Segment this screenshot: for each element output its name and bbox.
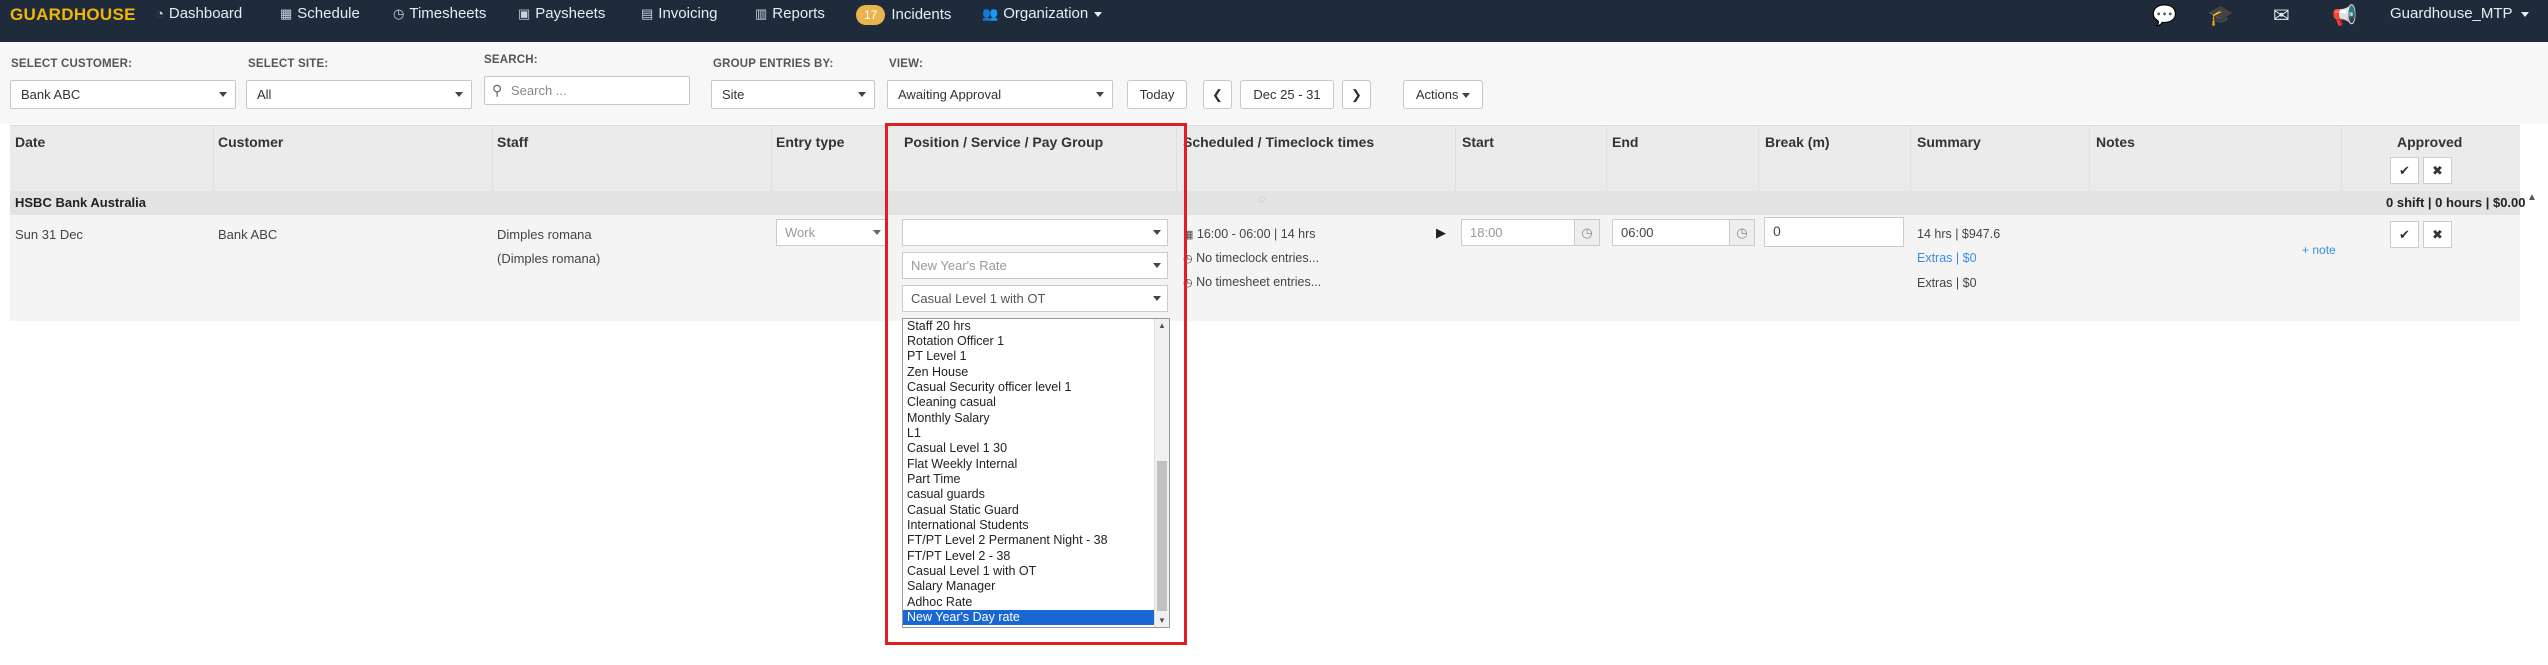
caret-down-icon [455, 92, 463, 97]
search-input[interactable]: ⚲ Search ... [484, 76, 690, 105]
group-name: HSBC Bank Australia [15, 195, 146, 210]
collapse-icon[interactable]: ▲ [2527, 192, 2537, 203]
play-icon[interactable]: ▶ [1436, 225, 1446, 241]
scheduled-times: ▦ 16:00 - 06:00 | 14 hrs [1183, 227, 1316, 241]
caret-down-icon [858, 92, 866, 97]
view-label: VIEW: [889, 58, 924, 70]
nav-timesheets[interactable]: ◷ Timesheets [393, 5, 486, 22]
approve-button[interactable]: ✔ [2390, 221, 2419, 248]
nav-dashboard[interactable]: ◔ Dashboard [156, 5, 242, 22]
group-totals: 0 shift | 0 hours | $0.00 [2386, 195, 2526, 210]
start-time-input[interactable]: 18:00 [1461, 219, 1575, 246]
extras-total: Extras | $0 [1917, 276, 1977, 290]
approve-all-button[interactable]: ✔ [2390, 157, 2419, 184]
header-entry-type[interactable]: Entry type [776, 134, 844, 150]
calendar-icon: ▦ [280, 6, 293, 21]
entry-type-select[interactable]: Work [776, 219, 888, 246]
add-note-link[interactable]: + note [2302, 243, 2336, 257]
chevron-right-icon: ❯ [1351, 87, 1362, 102]
user-menu[interactable]: Guardhouse_MTP [2390, 5, 2529, 22]
header-date[interactable]: Date [15, 134, 45, 150]
group-select[interactable]: Site [711, 80, 875, 109]
chevron-left-icon: ❮ [1212, 87, 1223, 102]
group-label: GROUP ENTRIES BY: [713, 58, 834, 70]
break-input[interactable]: 0 [1764, 217, 1904, 247]
site-select[interactable]: All [246, 80, 472, 109]
dashboard-icon: ◔ [156, 6, 164, 21]
extras-link[interactable]: Extras | $0 [1917, 251, 1977, 265]
nav-invoicing[interactable]: ▤ Invoicing [641, 5, 718, 22]
today-button[interactable]: Today [1127, 80, 1187, 109]
search-icon: ⚲ [492, 82, 503, 98]
header-summary[interactable]: Summary [1917, 134, 1981, 150]
row-date: Sun 31 Dec [15, 227, 83, 242]
nav-incidents[interactable]: 17 Incidents [856, 5, 951, 25]
header-customer[interactable]: Customer [218, 134, 283, 150]
reject-all-button[interactable]: ✖ [2423, 157, 2452, 184]
reject-button[interactable]: ✖ [2423, 221, 2452, 248]
caret-down-icon [219, 92, 227, 97]
caret-down-icon [1462, 93, 1471, 99]
summary-total: 14 hrs | $947.6 [1917, 227, 2001, 241]
check-icon: ✔ [2399, 163, 2410, 178]
header-end[interactable]: End [1612, 134, 1638, 150]
prev-week-button[interactable]: ❮ [1203, 80, 1232, 109]
timeclock-entries: ◷ No timeclock entries... [1183, 251, 1320, 265]
invoice-icon: ▤ [641, 6, 654, 21]
megaphone-icon[interactable]: 📢 [2332, 3, 2357, 28]
brand-logo[interactable]: GUARDHOUSE [10, 5, 136, 25]
table-icon: ▥ [755, 6, 768, 21]
header-break[interactable]: Break (m) [1765, 134, 1830, 150]
clock-icon: ◷ [393, 6, 405, 21]
caret-down-icon [873, 230, 881, 235]
row-staff-sub: (Dimples romana) [497, 251, 601, 266]
view-select[interactable]: Awaiting Approval [887, 80, 1113, 109]
users-icon: 👥 [982, 6, 999, 21]
chat-icon[interactable]: 💬 [2152, 3, 2177, 28]
site-label: SELECT SITE: [248, 58, 329, 70]
caret-down-icon [1096, 92, 1104, 97]
header-scheduled[interactable]: Scheduled / Timeclock times [1183, 134, 1374, 150]
clock-picker-icon[interactable]: ◷ [1729, 219, 1755, 246]
close-icon: ✖ [2432, 227, 2443, 242]
search-label: SEARCH: [484, 54, 538, 66]
chevron-down-icon [1094, 11, 1103, 17]
chevron-down-icon [2520, 11, 2529, 17]
highlight-box [885, 123, 1187, 645]
header-notes[interactable]: Notes [2096, 134, 2135, 150]
header-staff[interactable]: Staff [497, 134, 528, 150]
timesheet-entries: ◷ No timesheet entries... [1183, 275, 1322, 289]
top-navbar: GUARDHOUSE ◔ Dashboard ▦ Schedule ◷ Timeshe… [0, 0, 2548, 42]
header-approved: Approved [2397, 134, 2463, 150]
nav-paysheets[interactable]: ▣ Paysheets [518, 5, 605, 22]
row-customer: Bank ABC [218, 227, 278, 242]
actions-button[interactable]: Actions [1403, 80, 1483, 109]
check-icon: ✔ [2399, 227, 2410, 242]
customer-select[interactable]: Bank ABC [10, 80, 236, 109]
incidents-badge: 17 [856, 5, 886, 25]
end-time-input[interactable]: 06:00 [1612, 219, 1730, 246]
date-range-label: Dec 25 - 31 [1240, 80, 1334, 109]
nav-schedule[interactable]: ▦ Schedule [280, 5, 360, 22]
money-icon: ▣ [518, 6, 531, 21]
clock-picker-icon[interactable]: ◷ [1574, 219, 1600, 246]
close-icon: ✖ [2432, 163, 2443, 178]
next-week-button[interactable]: ❯ [1342, 80, 1371, 109]
row-staff: Dimples romana [497, 227, 592, 242]
graduation-cap-icon[interactable]: 🎓 [2208, 3, 2233, 28]
nav-organization[interactable]: 👥 Organization [982, 5, 1103, 22]
envelope-icon[interactable]: ✉ [2273, 3, 2290, 28]
customer-label: SELECT CUSTOMER: [11, 58, 133, 70]
nav-reports[interactable]: ▥ Reports [755, 5, 825, 22]
header-start[interactable]: Start [1462, 134, 1494, 150]
loading-icon: ◌ [1258, 192, 1266, 206]
